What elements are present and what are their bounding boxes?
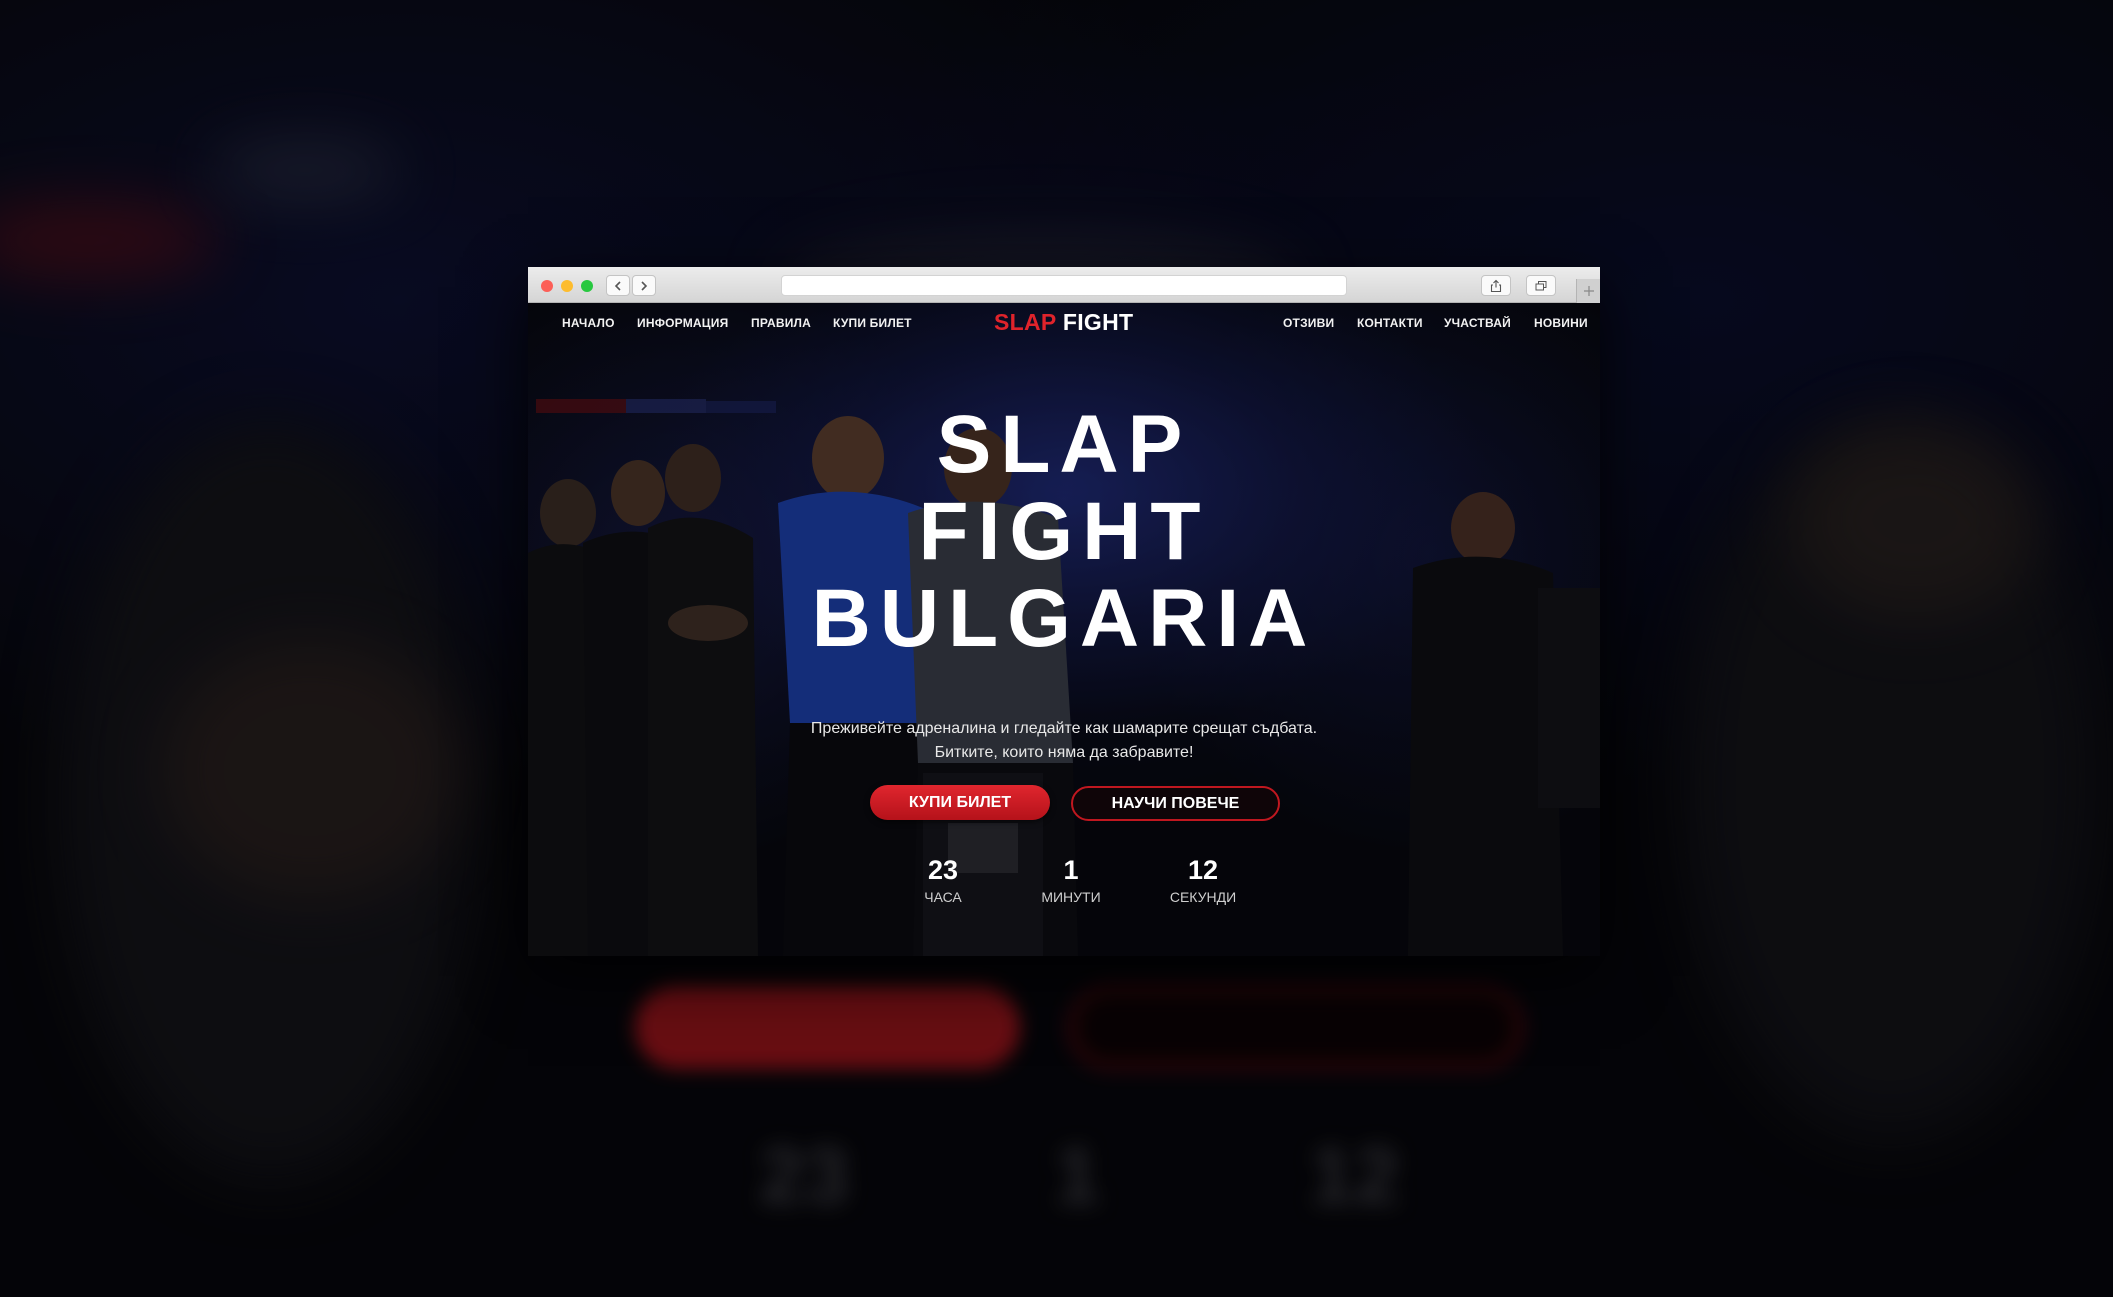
nav-link-participate[interactable]: УЧАСТВАЙ xyxy=(1444,316,1511,330)
hero-title-line-2: FIGHT xyxy=(918,486,1210,577)
close-window-button[interactable] xyxy=(541,280,553,292)
hero-subtitle-line-1: Преживейте адреналина и гледайте как шам… xyxy=(810,720,1318,737)
minimize-window-button[interactable] xyxy=(561,280,573,292)
zoom-window-button[interactable] xyxy=(581,280,593,292)
nav-link-reviews[interactable]: ОТЗИВИ xyxy=(1283,316,1334,330)
countdown-hours-label: ЧАСА xyxy=(924,889,962,905)
learn-more-button[interactable]: НАУЧИ ПОВЕЧЕ xyxy=(1071,786,1280,821)
buy-ticket-button[interactable]: КУПИ БИЛЕТ xyxy=(870,785,1050,820)
nav-link-news[interactable]: НОВИНИ xyxy=(1534,316,1588,330)
hero-title-line-3: BULGARIA xyxy=(811,573,1317,664)
forward-button[interactable] xyxy=(632,275,656,296)
new-tab-button[interactable] xyxy=(1576,279,1600,303)
nav-link-info[interactable]: ИНФОРМАЦИЯ xyxy=(637,316,728,330)
nav-link-rules[interactable]: ПРАВИЛА xyxy=(751,316,811,330)
nav-link-home[interactable]: НАЧАЛО xyxy=(562,316,615,330)
web-page: НАЧАЛО ИНФОРМАЦИЯ ПРАВИЛА КУПИ БИЛЕТ SLA… xyxy=(528,303,1600,956)
countdown-seconds-label: СЕКУНДИ xyxy=(1169,889,1237,905)
countdown-minutes-label: МИНУТИ xyxy=(1041,889,1101,905)
logo-text-fight: FIGHT xyxy=(1062,309,1134,335)
hero-title-line-1: SLAP xyxy=(936,399,1192,490)
site-navigation: НАЧАЛО ИНФОРМАЦИЯ ПРАВИЛА КУПИ БИЛЕТ SLA… xyxy=(528,303,1600,343)
share-icon xyxy=(1490,279,1502,292)
back-arrow-icon xyxy=(614,280,621,291)
share-button[interactable] xyxy=(1481,275,1511,296)
tabs-icon xyxy=(1535,280,1547,290)
countdown-minutes: 1 МИНУТИ xyxy=(1021,855,1121,905)
hero-subtitle-line-2: Битките, които няма да забравите! xyxy=(934,744,1194,761)
countdown-seconds-value: 12 xyxy=(1187,855,1219,885)
logo-text-slap: SLAP xyxy=(994,309,1057,335)
browser-titlebar xyxy=(528,267,1600,303)
back-button[interactable] xyxy=(606,275,630,296)
countdown-hours: 23 ЧАСА xyxy=(893,855,993,905)
countdown-seconds: 12 СЕКУНДИ xyxy=(1153,855,1253,905)
browser-window: НАЧАЛО ИНФОРМАЦИЯ ПРАВИЛА КУПИ БИЛЕТ SLA… xyxy=(528,267,1600,956)
forward-arrow-icon xyxy=(641,280,648,291)
countdown-hours-value: 23 xyxy=(927,855,959,885)
nav-link-contacts[interactable]: КОНТАКТИ xyxy=(1357,316,1423,330)
site-logo[interactable]: SLAP FIGHT xyxy=(994,309,1133,336)
plus-icon xyxy=(1583,286,1594,296)
nav-link-buy-ticket[interactable]: КУПИ БИЛЕТ xyxy=(833,316,912,330)
show-tabs-button[interactable] xyxy=(1526,275,1556,296)
countdown-minutes-value: 1 xyxy=(1063,855,1079,885)
address-bar[interactable] xyxy=(781,275,1347,296)
